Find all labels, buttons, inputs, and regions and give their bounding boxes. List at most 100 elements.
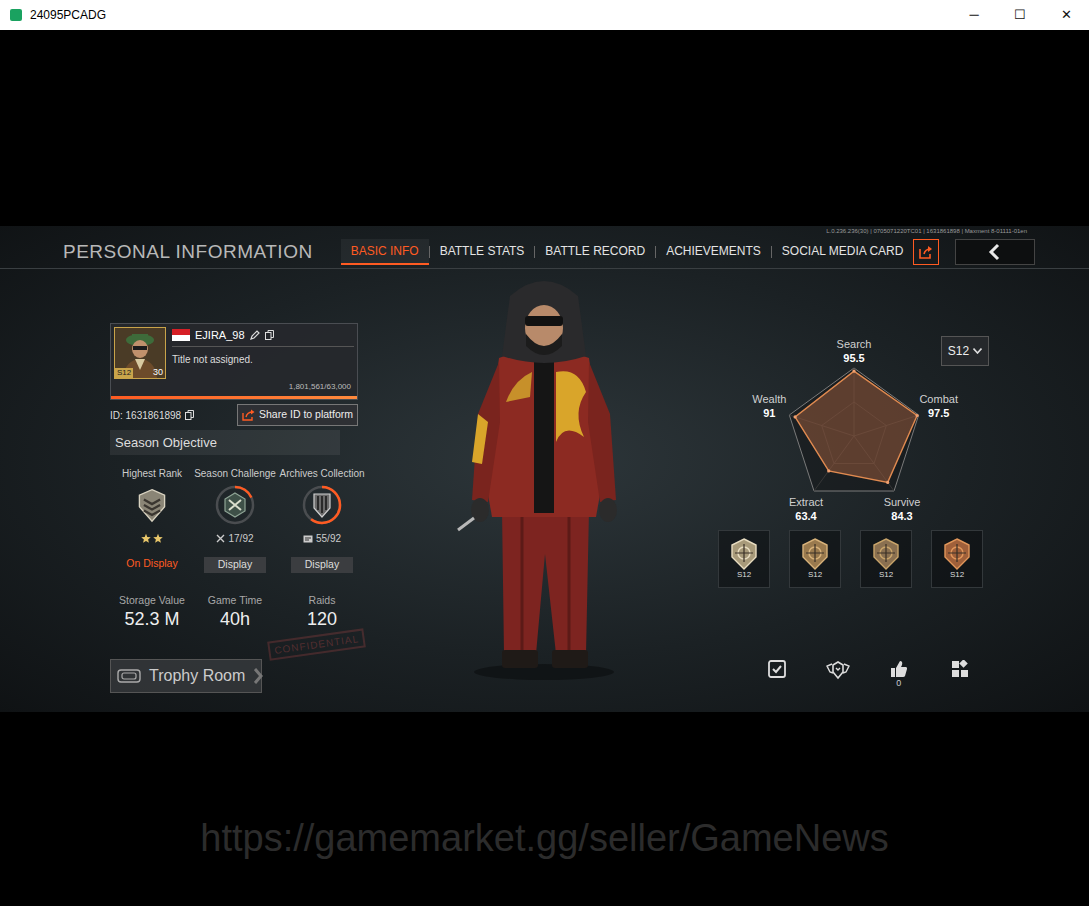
radar-chart: Search95.5Combat97.5Survive84.3Extract63…	[718, 336, 990, 528]
objective-label: Season Challenge	[194, 467, 276, 481]
letterbox-top	[0, 30, 1089, 226]
axis-value: 63.4	[795, 510, 817, 522]
trophy-room-label: Trophy Room	[149, 664, 245, 688]
share-id-button[interactable]: Share ID to platform	[237, 404, 358, 426]
axis-value: 91	[763, 407, 775, 419]
tab-separator	[429, 246, 430, 258]
trophy-room-icon	[117, 668, 141, 684]
season-dropdown-value: S12	[948, 342, 969, 360]
rank-emblem-icon	[134, 485, 170, 525]
header-bar: PERSONAL INFORMATION BASIC INFOBATTLE STA…	[0, 236, 1089, 269]
page-title: PERSONAL INFORMATION	[63, 238, 313, 267]
check-box-icon	[768, 660, 786, 678]
medal-season: S12	[737, 570, 751, 580]
stat-item: Raids120	[276, 593, 368, 631]
app-icon	[10, 9, 22, 21]
season-badge: S12	[115, 368, 133, 378]
section-title: Season Objective	[110, 430, 340, 455]
copy-icon[interactable]	[265, 330, 274, 340]
radar-point	[916, 414, 919, 417]
tab[interactable]: SOCIAL MEDIA CARD	[772, 239, 914, 265]
season-medals: S12 S12 S12 S12	[718, 530, 990, 588]
display-button[interactable]: Display	[291, 557, 353, 573]
id-row: ID: 1631861898Share ID to platform	[110, 404, 358, 426]
confidential-stamp: CONFIDENTIAL	[267, 628, 366, 660]
character-model-icon	[444, 272, 644, 682]
watermark: https://gamemarket.gg/seller/GameNews	[200, 810, 889, 867]
radar-area	[795, 371, 917, 482]
more-button[interactable]	[929, 660, 990, 689]
letterbox-bottom: https://gamemarket.gg/seller/GameNews	[0, 712, 1089, 906]
crossed-swords-icon	[216, 534, 225, 543]
tab[interactable]: ACHIEVEMENTS	[656, 239, 771, 265]
back-arrow-icon	[986, 243, 1004, 261]
season-medal[interactable]: S12	[789, 530, 841, 588]
objective-count: 17/92	[228, 531, 253, 546]
medal-season: S12	[879, 570, 893, 580]
objective-item: Season Challenge 17/92 Display	[194, 467, 276, 573]
display-button[interactable]: Display	[204, 557, 266, 573]
medal-season: S12	[950, 570, 964, 580]
share-button[interactable]	[913, 239, 939, 265]
axis-value: 84.3	[891, 510, 912, 522]
winged-shield-icon	[826, 660, 850, 680]
axis-label: Wealth	[752, 393, 786, 405]
maximize-button[interactable]: ☐	[997, 0, 1043, 30]
title-bar: 24095PCADG─☐✕	[0, 0, 1089, 30]
like-button[interactable]: 0	[869, 660, 930, 689]
check-button[interactable]	[747, 660, 808, 689]
stat-item: Game Time40h	[194, 593, 276, 631]
back-button[interactable]	[955, 239, 1035, 265]
app-window: 24095PCADG─☐✕ L.0.236.236(30) | 07050712…	[0, 0, 1089, 906]
edit-pencil-icon[interactable]	[250, 330, 260, 340]
star-icon	[153, 533, 163, 542]
dropdown-arrow-icon	[973, 348, 982, 354]
stat-item: Storage Value52.3 M	[110, 593, 194, 631]
axis-label: Combat	[919, 393, 958, 405]
copy-icon[interactable]	[185, 410, 194, 420]
progress-ring-fill	[217, 487, 253, 523]
tab-separator	[771, 246, 772, 258]
trophy-room-button[interactable]: Trophy Room	[110, 659, 262, 693]
window-controls: ─☐✕	[951, 0, 1089, 30]
game-screen: L.0.236.236(30) | 0705071220TC01 | 16318…	[0, 226, 1089, 712]
grid-icon	[951, 660, 969, 678]
season-medal[interactable]: S12	[931, 530, 983, 588]
close-button[interactable]: ✕	[1043, 0, 1089, 30]
tab[interactable]: BASIC INFO	[341, 239, 429, 265]
like-count: 0	[896, 678, 901, 689]
card-icon	[303, 535, 313, 543]
profile-actions: 0	[747, 660, 990, 689]
tab[interactable]: BATTLE STATS	[430, 239, 535, 265]
profile-card: S1230EJIRA_98Title not assigned.1,801,56…	[110, 323, 358, 400]
season-dropdown[interactable]: S12	[941, 336, 989, 366]
objective-item: Highest RankOn Display	[110, 467, 194, 573]
minimize-button[interactable]: ─	[951, 0, 997, 30]
tab[interactable]: BATTLE RECORD	[535, 239, 655, 265]
objective-item: Archives Collection55/92Display	[276, 467, 368, 573]
chevron-right-icon	[253, 668, 263, 684]
experience-bar	[111, 396, 357, 399]
radar-point	[794, 415, 797, 418]
medal-icon	[800, 538, 830, 570]
summary-stats: Storage Value52.3 MGame Time40hRaids120	[110, 593, 370, 631]
star-icon	[141, 533, 151, 542]
stat-value: 40h	[220, 607, 250, 631]
display-button[interactable]: On Display	[121, 556, 183, 572]
stats-panel: Search95.5Combat97.5Survive84.3Extract63…	[718, 269, 990, 711]
season-medal[interactable]: S12	[860, 530, 912, 588]
level-badge: 30	[153, 367, 163, 378]
rank-wings-button[interactable]	[808, 660, 869, 689]
character-view	[370, 269, 718, 711]
country-flag-icon	[172, 329, 190, 341]
avatar[interactable]: S12 30	[114, 327, 166, 379]
challenge-emblem-icon	[214, 484, 256, 526]
stat-value: 52.3 M	[124, 607, 179, 631]
objective-label: Archives Collection	[279, 467, 364, 481]
header-actions	[913, 239, 1035, 265]
content-area: S1230EJIRA_98Title not assigned.1,801,56…	[0, 269, 1089, 711]
season-medal[interactable]: S12	[718, 530, 770, 588]
axis-value: 95.5	[843, 352, 864, 364]
tab-separator	[534, 246, 535, 258]
tab-bar: BASIC INFOBATTLE STATSBATTLE RECORDACHIE…	[341, 239, 914, 265]
